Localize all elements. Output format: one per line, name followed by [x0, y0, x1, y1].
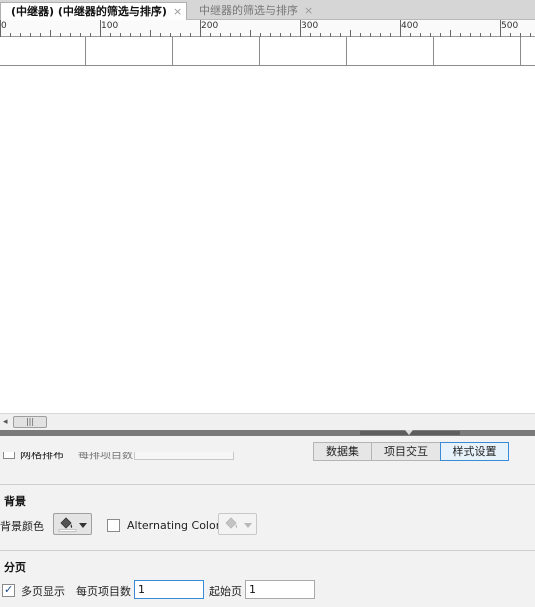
- tab-label: (中继器) (中继器的筛选与排序): [11, 5, 167, 18]
- background-section-title: 背景: [4, 495, 26, 508]
- arrow-left-icon[interactable]: ◂: [3, 417, 8, 427]
- ruler-label: 500: [501, 21, 519, 31]
- multi-page-checkbox[interactable]: [2, 583, 15, 597]
- ruler-ticks: [0, 20, 531, 37]
- section-divider: [0, 484, 535, 485]
- design-canvas[interactable]: [0, 37, 535, 413]
- caret-down-icon[interactable]: [405, 430, 413, 435]
- repeater-item[interactable]: [520, 37, 535, 66]
- items-per-row-label: 每排项目数: [78, 452, 133, 461]
- tab-style-settings[interactable]: 样式设置: [440, 442, 509, 461]
- ruler-label: 100: [101, 21, 119, 31]
- ruler-label: 300: [301, 21, 319, 31]
- items-per-page-input[interactable]: 1: [134, 580, 204, 599]
- alternating-color-label: Alternating Color: [127, 519, 221, 532]
- document-tab-bar: (中继器) (中继器的筛选与排序) × 中继器的筛选与排序 ×: [0, 0, 535, 20]
- chevron-down-icon: [244, 523, 252, 528]
- repeater-item[interactable]: [85, 37, 173, 66]
- scrollbar-thumb[interactable]: |||: [13, 416, 47, 428]
- alternating-color-checkbox[interactable]: [107, 519, 120, 532]
- repeater-item[interactable]: [346, 37, 434, 66]
- repeater-widget[interactable]: [0, 37, 535, 67]
- tab-repeater-filter-sort[interactable]: 中继器的筛选与排序 ×: [189, 2, 319, 20]
- chevron-down-icon[interactable]: [79, 523, 87, 528]
- close-icon[interactable]: ×: [173, 3, 182, 21]
- horizontal-scrollbar[interactable]: ◂ |||: [0, 413, 535, 430]
- items-per-row-input[interactable]: [134, 452, 234, 460]
- background-color-label: 背景颜色: [0, 520, 44, 533]
- paging-section-title: 分页: [4, 561, 26, 574]
- alternating-color-picker: [218, 513, 257, 535]
- tab-label: 中继器的筛选与排序: [199, 4, 298, 17]
- grid-layout-row: 网格排布 每排项目数: [0, 452, 240, 470]
- horizontal-ruler: 0 100 200 300 400 500: [0, 20, 535, 37]
- grid-layout-label: 网格排布: [20, 452, 64, 461]
- section-divider: [0, 550, 535, 551]
- start-page-label: 起始页: [209, 585, 242, 598]
- paint-bucket-icon: [225, 517, 238, 529]
- tab-repeater-filter-sort-active[interactable]: (中继器) (中继器的筛选与排序) ×: [0, 2, 187, 20]
- ruler-label: 200: [201, 21, 219, 31]
- tab-dataset[interactable]: 数据集: [313, 442, 372, 461]
- repeater-item[interactable]: [0, 37, 86, 66]
- tab-item-interaction[interactable]: 项目交互: [371, 442, 441, 461]
- multi-page-label: 多页显示: [21, 585, 65, 598]
- close-icon[interactable]: ×: [304, 2, 313, 20]
- repeater-item[interactable]: [433, 37, 521, 66]
- paint-bucket-icon: [58, 517, 77, 532]
- background-color-picker[interactable]: [53, 513, 92, 535]
- ruler-label: 0: [1, 21, 7, 31]
- grid-layout-checkbox[interactable]: [3, 452, 15, 459]
- repeater-item[interactable]: [172, 37, 260, 66]
- start-page-input[interactable]: 1: [245, 580, 315, 599]
- repeater-item[interactable]: [259, 37, 347, 66]
- items-per-page-label: 每页项目数: [76, 585, 131, 598]
- style-properties-panel: 数据集 项目交互 样式设置 网格排布 每排项目数 背景 背景颜色 Alterna…: [0, 436, 535, 607]
- ruler-label: 400: [401, 21, 419, 31]
